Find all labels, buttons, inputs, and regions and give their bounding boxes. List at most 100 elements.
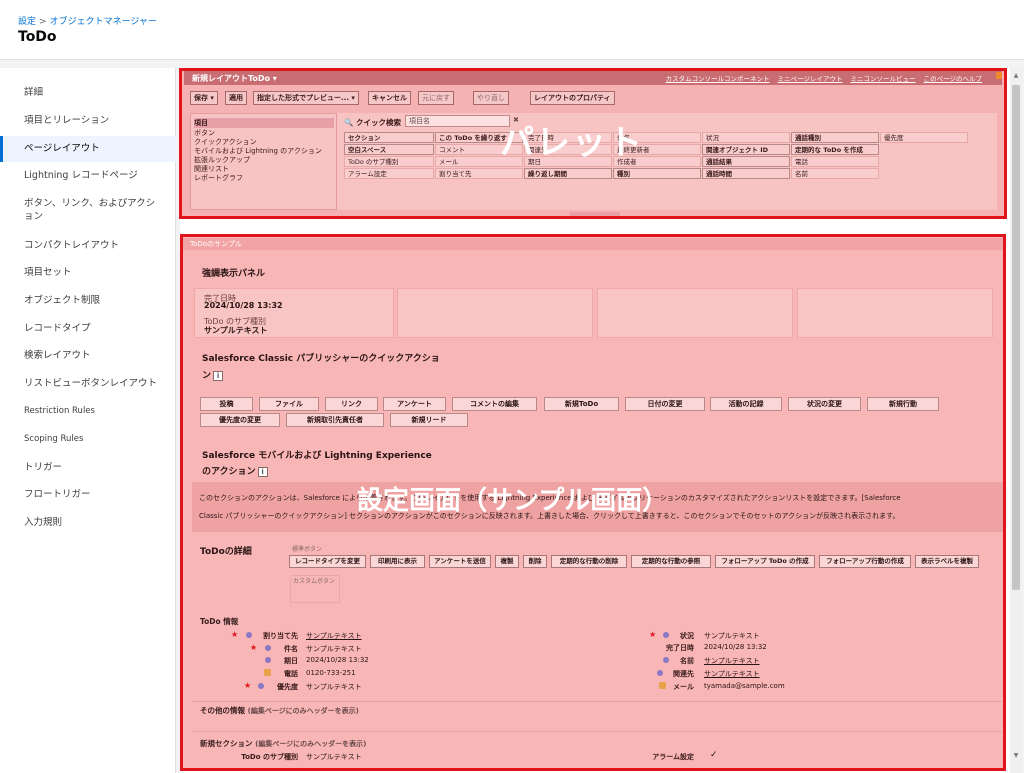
palette-field[interactable]: アラーム設定: [344, 168, 434, 179]
breadcrumb-setup-link[interactable]: 設定: [18, 17, 36, 27]
palette-field[interactable]: 関連オブジェクト ID: [702, 144, 790, 155]
palette-overlay-label: パレット: [500, 123, 644, 163]
sidebar-item-compact-layouts[interactable]: コンパクトレイアウト: [0, 239, 176, 252]
detail-button[interactable]: 定期的な行動の参照: [631, 555, 711, 568]
sidebar-item-lightning-pages[interactable]: Lightning レコードページ: [0, 169, 176, 182]
palette-field[interactable]: 繰り返し期間: [524, 168, 612, 179]
action-button[interactable]: ファイル: [259, 397, 319, 411]
action-button[interactable]: リンク: [325, 397, 378, 411]
field-value[interactable]: サンプルテキスト: [306, 631, 362, 641]
sidebar-item-scoping-rules[interactable]: Scoping Rules: [0, 433, 176, 446]
info-icon[interactable]: i: [257, 466, 268, 477]
field-label: 名前: [680, 657, 694, 665]
detail-button[interactable]: アンケートを送信: [429, 555, 491, 568]
sidebar-item-details[interactable]: 詳細: [0, 86, 176, 99]
mini-page-layout-link[interactable]: ミニページレイアウト: [778, 75, 843, 83]
palette-field[interactable]: 定期的な ToDo を作成: [791, 144, 879, 155]
scrollbar-thumb[interactable]: [1012, 85, 1020, 590]
detail-button[interactable]: 定期的な行動の削除: [551, 555, 627, 568]
detail-button[interactable]: フォローアップ行動の作成: [819, 555, 911, 568]
palette-field[interactable]: 電話: [791, 156, 879, 167]
required-star-icon: ★: [250, 643, 258, 652]
field-label: 優先度: [277, 683, 298, 691]
highlight-box-1[interactable]: 完了日時 2024/10/28 13:32 ToDo のサブ種別 サンプルテキス…: [194, 288, 394, 338]
sidebar-item-list-view-button-layout[interactable]: リストビューボタンレイアウト: [0, 377, 176, 390]
highlight-box-3[interactable]: [597, 288, 793, 338]
sidebar-item-triggers[interactable]: トリガー: [0, 461, 176, 474]
sidebar-item-buttons-actions[interactable]: ボタン、リンク、およびアクション: [0, 197, 170, 223]
action-button[interactable]: 状況の変更: [788, 397, 861, 411]
mini-console-view-link[interactable]: ミニコンソールビュー: [851, 75, 916, 83]
info-icon[interactable]: i: [213, 370, 224, 381]
palette-field[interactable]: 通話種別: [791, 132, 879, 143]
layout-name-dropdown[interactable]: 新規レイアウトToDo ▾: [192, 73, 277, 84]
palette-field[interactable]: 種別: [613, 168, 701, 179]
field-value[interactable]: サンプルテキスト: [704, 656, 760, 666]
action-button[interactable]: 投稿: [200, 397, 253, 411]
action-button[interactable]: 日付の変更: [625, 397, 705, 411]
action-button[interactable]: 新規ToDo: [544, 397, 619, 411]
action-button[interactable]: コメントの編集: [452, 397, 537, 411]
detail-button[interactable]: 表示ラベルを複製: [915, 555, 979, 568]
detail-button[interactable]: 複製: [495, 555, 519, 568]
field-label: 電話: [284, 670, 298, 678]
help-link[interactable]: このページのヘルプ: [924, 75, 982, 83]
palette-resize-handle[interactable]: [570, 212, 620, 216]
sidebar-item-restriction-rules[interactable]: Restriction Rules: [0, 405, 176, 418]
field-value[interactable]: サンプルテキスト: [704, 669, 760, 679]
breadcrumb: 設定 > オブジェクトマネージャー: [18, 14, 157, 27]
detail-button[interactable]: レコードタイプを変更: [289, 555, 366, 568]
field-value: 2024/10/28 13:32: [306, 656, 369, 664]
breadcrumb-object-manager-link[interactable]: オブジェクトマネージャー: [50, 17, 157, 27]
action-button[interactable]: 優先度の変更: [200, 413, 280, 427]
help-icon[interactable]: [996, 72, 1002, 79]
field-value: サンプルテキスト: [704, 632, 760, 640]
layout-properties-button[interactable]: レイアウトのプロパティ: [530, 91, 615, 105]
palette-field[interactable]: ToDo のサブ種別: [344, 156, 434, 167]
highlight-box-4[interactable]: [797, 288, 993, 338]
palette-field[interactable]: 通話結果: [702, 156, 790, 167]
action-button[interactable]: アンケート: [383, 397, 446, 411]
cancel-button[interactable]: キャンセル: [368, 91, 411, 105]
quick-search-input[interactable]: 項目名: [405, 115, 510, 127]
sidebar-item-object-limits[interactable]: オブジェクト制限: [0, 294, 176, 307]
sidebar-item-validation-rules[interactable]: 入力規則: [0, 516, 176, 529]
palette-field[interactable]: 空白スペース: [344, 144, 434, 155]
classic-actions-title-cont: ンi: [202, 368, 224, 381]
palette-field[interactable]: 割り当て先: [435, 168, 523, 179]
palette-field[interactable]: 名前: [791, 168, 879, 179]
undo-button[interactable]: 元に戻す: [418, 91, 454, 105]
quick-save-button[interactable]: 適用: [225, 91, 247, 105]
highlight-box-2[interactable]: [397, 288, 593, 338]
action-button[interactable]: 活動の記録: [710, 397, 782, 411]
classic-actions-title: Salesforce Classic パブリッシャーのクイックアクショ: [202, 354, 440, 364]
redo-button[interactable]: やり直し: [473, 91, 509, 105]
palette-field[interactable]: 優先度: [880, 132, 968, 143]
sidebar-item-fields[interactable]: 項目とリレーション: [0, 114, 176, 127]
lightning-actions-title: Salesforce モバイルおよび Lightning Experience: [202, 451, 432, 461]
palette-field[interactable]: セクション: [344, 132, 434, 143]
sidebar-item-field-sets[interactable]: 項目セット: [0, 266, 176, 279]
palette-field[interactable]: 通話時間: [702, 168, 790, 179]
new-section-title: 新規セクション (編集ページにのみヘッダーを表示): [200, 739, 367, 748]
sidebar-item-search-layouts[interactable]: 検索レイアウト: [0, 349, 176, 362]
palette-field[interactable]: 状況: [702, 132, 790, 143]
palette-links: カスタムコンソールコンポーネント ミニページレイアウト ミニコンソールビュー こ…: [660, 73, 982, 83]
quick-search-label: 🔍 クイック検索: [344, 118, 401, 127]
detail-button[interactable]: 印刷用に表示: [370, 555, 425, 568]
sidebar-item-record-types[interactable]: レコードタイプ: [0, 322, 176, 335]
action-button[interactable]: 新規行動: [867, 397, 939, 411]
custom-console-link[interactable]: カスタムコンソールコンポーネント: [666, 75, 770, 83]
sidebar-item-flow-triggers[interactable]: フロートリガー: [0, 488, 176, 501]
action-button[interactable]: 新規リード: [390, 413, 468, 427]
action-button[interactable]: 新規取引先責任者: [286, 413, 384, 427]
preview-button[interactable]: 指定した形式でプレビュー... ▾: [253, 91, 359, 105]
detail-button[interactable]: フォローアップ ToDo の作成: [715, 555, 815, 568]
scroll-up-icon[interactable]: ▲: [1012, 72, 1020, 80]
sidebar-item-page-layouts[interactable]: ページレイアウト: [0, 136, 176, 162]
category-report-charts[interactable]: レポートグラフ: [194, 173, 243, 183]
save-button[interactable]: 保存 ▾: [190, 91, 218, 105]
category-fields[interactable]: 項目: [194, 118, 334, 128]
scroll-down-icon[interactable]: ▼: [1012, 752, 1020, 760]
detail-button[interactable]: 削除: [523, 555, 547, 568]
